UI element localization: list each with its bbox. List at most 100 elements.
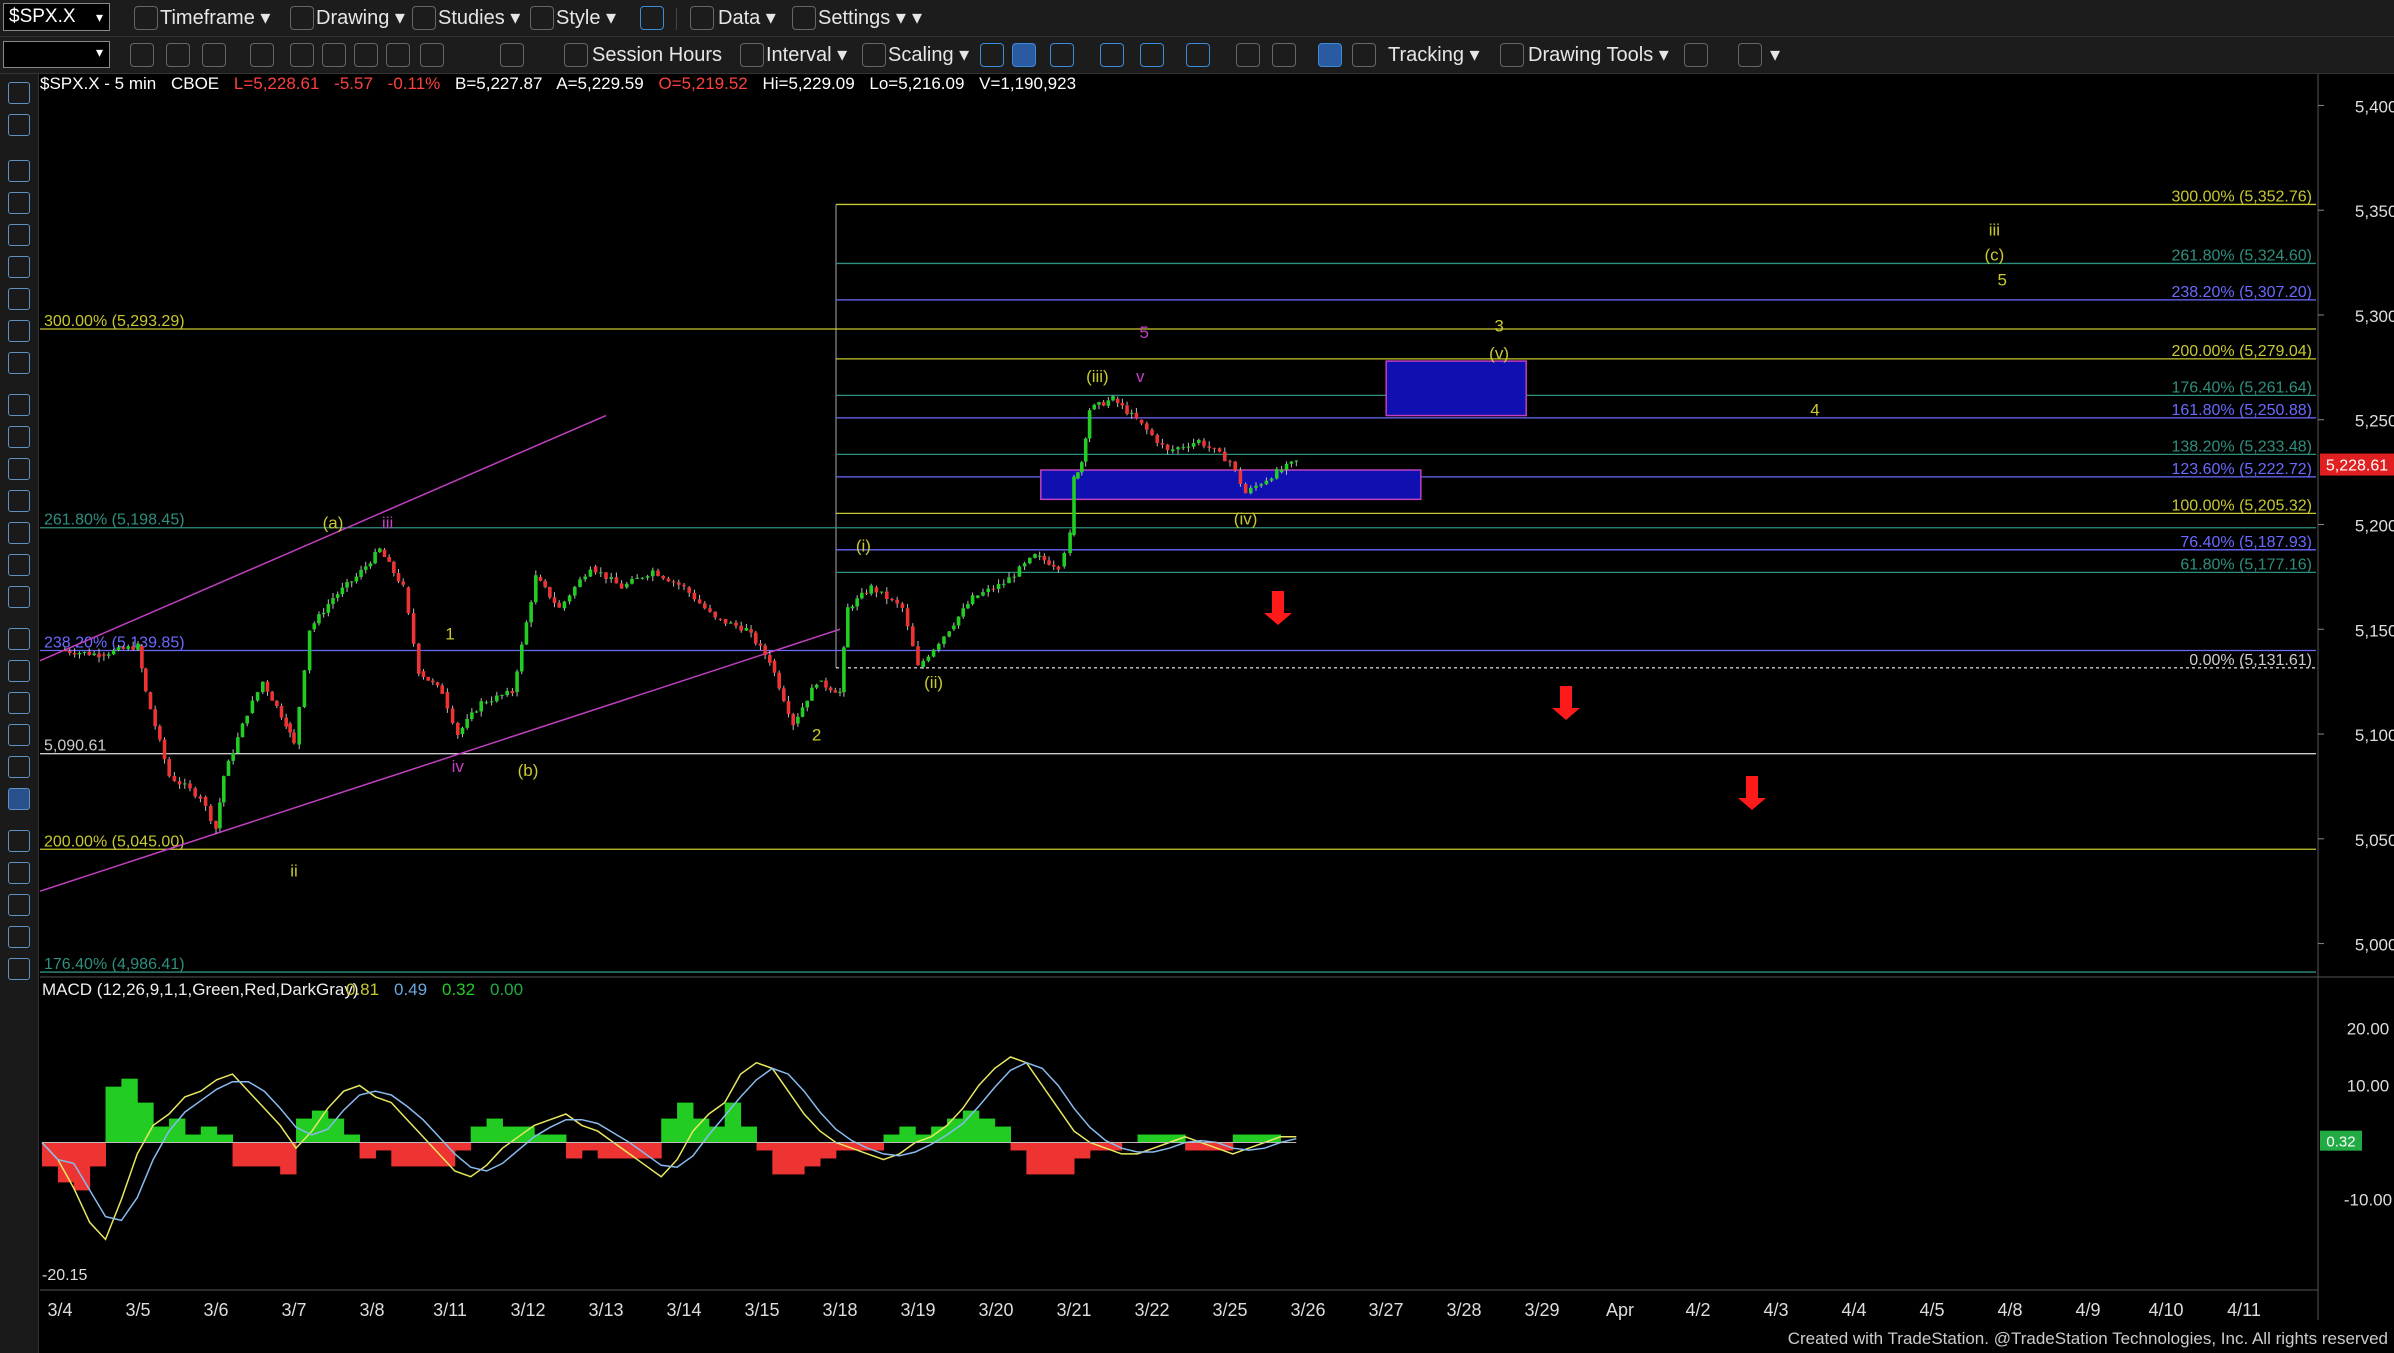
candle-body: [1042, 555, 1047, 561]
candle-body: [552, 597, 557, 603]
candle-body: [534, 575, 538, 603]
price-tick-label: 5,050.00: [2355, 831, 2394, 850]
candle-body: [966, 604, 970, 609]
macd-histogram-bar: [280, 1142, 297, 1175]
date-tick-label: 3/19: [900, 1300, 935, 1320]
channel-lower-line: [39, 628, 841, 892]
macd-min-label: -20.15: [42, 1267, 87, 1284]
candle-body: [265, 681, 270, 692]
candle-body: [1115, 398, 1120, 403]
wave-label: 4: [1810, 401, 1819, 420]
candle-body: [240, 723, 245, 738]
candle-body: [926, 656, 931, 661]
fib-level-label: 176.40% (5,261.64): [2171, 379, 2312, 396]
candle-body: [645, 576, 650, 578]
price-tick-label: 5,200.00: [2355, 517, 2394, 536]
price-chart[interactable]: 300.00% (5,352.76) 261.80% (5,324.60) 238.…: [0, 0, 2394, 1353]
candle-body: [1228, 461, 1232, 463]
candle-body: [1129, 412, 1134, 414]
candle-body: [1139, 419, 1144, 424]
candle-body: [1233, 461, 1237, 471]
candle-body: [158, 726, 162, 740]
candle-body: [777, 672, 781, 689]
candle-body: [986, 588, 990, 593]
candle-body: [1155, 435, 1159, 443]
candle-body: [1171, 449, 1175, 452]
candle-body: [651, 570, 655, 577]
candle-body: [505, 690, 509, 696]
candle-body: [529, 602, 533, 623]
candle-body: [890, 599, 894, 601]
candle-body: [440, 685, 444, 694]
date-tick-label: 3/15: [744, 1300, 779, 1320]
candle-body: [697, 599, 702, 604]
candle-body: [860, 592, 864, 599]
macd-histogram-bar: [1026, 1142, 1043, 1175]
candle-body: [1002, 583, 1006, 585]
candle-body: [214, 820, 218, 829]
candle-body: [942, 636, 946, 644]
fib-level-label: 76.40% (5,187.93): [2180, 534, 2312, 551]
candle-body: [102, 654, 106, 656]
wave-label: 5: [1139, 323, 1148, 342]
date-tick-label: 4/2: [1685, 1300, 1710, 1320]
candle-body: [489, 701, 494, 703]
candle-body: [172, 775, 177, 782]
wave-label: iii: [1989, 220, 2000, 239]
candle-body: [543, 580, 547, 588]
candle-body: [1047, 560, 1051, 565]
fib-level-label: 0.00% (5,131.61): [2189, 652, 2312, 669]
date-tick-label: 3/25: [1212, 1300, 1247, 1320]
footer-credit: Created with TradeStation. @TradeStation…: [1787, 1329, 2388, 1348]
candle-body: [666, 578, 671, 582]
candle-body: [231, 752, 235, 761]
fib-level-label: 200.00% (5,279.04): [2171, 343, 2312, 360]
candle-body: [1097, 402, 1101, 405]
wave-label: (ii): [924, 673, 943, 692]
candle-body: [261, 681, 265, 693]
fib-level-label: 61.80% (5,177.16): [2180, 556, 2312, 573]
date-tick-label: 3/12: [510, 1300, 545, 1320]
candle-body: [275, 700, 279, 707]
candle-body: [805, 700, 810, 708]
macd-histogram-bar: [565, 1142, 583, 1159]
wave-label: (a): [323, 514, 344, 533]
macd-histogram-bar: [502, 1126, 519, 1143]
candle-body: [1125, 405, 1129, 414]
candle-body: [460, 727, 465, 735]
macd-histogram-bar: [184, 1134, 202, 1143]
wave-label: (v): [1489, 344, 1509, 363]
candle-body: [136, 643, 140, 650]
date-tick-label: 3/7: [281, 1300, 306, 1320]
candle-body: [916, 646, 920, 666]
candle-body: [406, 587, 411, 614]
candle-body: [250, 700, 255, 714]
candle-body: [810, 687, 814, 701]
candle-body: [484, 702, 489, 704]
candle-body: [111, 650, 116, 655]
wave-label: (i): [856, 537, 871, 556]
candle-body: [661, 575, 665, 579]
candle-body: [739, 625, 743, 631]
candle-body: [640, 577, 645, 579]
candle-body: [284, 717, 288, 727]
candle-body: [937, 643, 941, 650]
date-tick-label: 3/11: [433, 1300, 467, 1320]
candle-body: [236, 737, 240, 753]
macd-histogram-bar: [391, 1142, 408, 1167]
candle-body: [1176, 447, 1180, 450]
candle-body: [952, 625, 956, 630]
candle-body: [382, 549, 387, 558]
candle-body: [1186, 446, 1191, 448]
macd-histogram-bar: [994, 1126, 1012, 1143]
candle-body: [1181, 447, 1185, 449]
candle-body: [1037, 555, 1042, 557]
candle-body: [567, 595, 572, 602]
candle-body: [345, 582, 349, 588]
macd-histogram-bar: [772, 1142, 789, 1175]
candle-body: [619, 583, 624, 589]
candle-body: [895, 599, 899, 604]
candle-body: [426, 676, 430, 681]
candle-body: [297, 706, 301, 745]
candle-body: [692, 592, 697, 600]
